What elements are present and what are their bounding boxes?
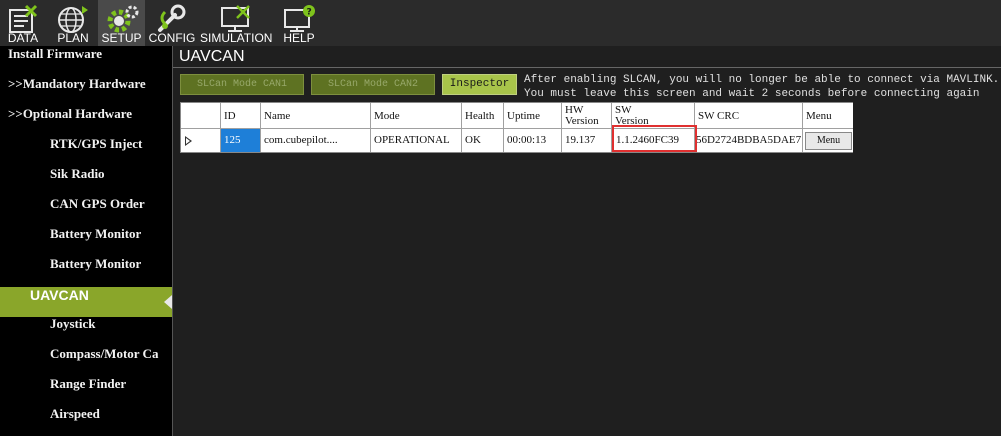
col-header-name: Name: [261, 103, 371, 129]
toolbar-data-label: DATA: [7, 31, 39, 45]
setup-sidebar: Install Firmware >>Mandatory Hardware >>…: [0, 46, 172, 436]
help-monitor-icon: ?: [282, 4, 316, 34]
node-table: ID Name Mode Health Uptime HW Version SW…: [180, 102, 853, 153]
sidebar-item-sik-radio[interactable]: Sik Radio: [0, 166, 172, 196]
cell-uptime[interactable]: 00:00:13: [504, 129, 562, 152]
main-toolbar: DATA PLAN SETUP CONFIG SIMULATION ? HELP: [0, 0, 1001, 46]
setup-gear-icon: [105, 4, 139, 34]
sidebar-item-can-gps-order[interactable]: CAN GPS Order: [0, 196, 172, 226]
sidebar-item-compass-motor-calibration[interactable]: Compass/Motor Ca: [0, 346, 172, 376]
cell-sw-crc[interactable]: 56D2724BDBA5DAE7: [695, 129, 803, 152]
sidebar-item-battery-monitor[interactable]: Battery Monitor: [0, 226, 172, 256]
page-title: UAVCAN: [179, 48, 245, 65]
row-menu-button[interactable]: Menu: [805, 132, 852, 150]
sidebar-item-uavcan-label: UAVCAN: [30, 287, 89, 303]
title-divider: [173, 67, 1001, 68]
plan-globe-icon: [56, 4, 90, 34]
col-header-hw-version: HW Version: [562, 103, 612, 129]
slcan-can2-button[interactable]: SLCan Mode CAN2: [311, 74, 435, 95]
toolbar-config-label: CONFIG: [148, 31, 196, 45]
row-header-corner: [181, 103, 221, 129]
slcan-notice-line1: After enabling SLCAN, you will no longer…: [524, 74, 1000, 86]
sidebar-item-optional-hardware[interactable]: >>Optional Hardware: [0, 106, 172, 136]
sidebar-item-airspeed[interactable]: Airspeed: [0, 406, 172, 436]
col-header-hw-line2: Version: [565, 115, 599, 127]
toolbar-plan-label: PLAN: [57, 31, 89, 45]
simulation-monitor-icon: [219, 4, 253, 34]
selected-arrow-icon: [164, 295, 172, 309]
data-icon: [6, 4, 40, 34]
sw-version-highlight-box: [612, 125, 697, 152]
uavcan-panel: UAVCAN SLCan Mode CAN1 SLCan Mode CAN2 I…: [172, 46, 1001, 436]
row-pointer-icon-fill: [186, 138, 190, 144]
cell-id[interactable]: 125: [221, 129, 261, 152]
slcan-can1-button[interactable]: SLCan Mode CAN1: [180, 74, 304, 95]
col-header-health: Health: [462, 103, 504, 129]
sidebar-item-uavcan[interactable]: UAVCAN: [0, 287, 172, 317]
col-header-mode: Mode: [371, 103, 462, 129]
sidebar-item-mandatory-hardware[interactable]: >>Mandatory Hardware: [0, 76, 172, 106]
config-wrench-icon: [155, 4, 189, 34]
toolbar-help-label: HELP: [283, 31, 315, 45]
cell-health[interactable]: OK: [462, 129, 504, 152]
sidebar-item-joystick[interactable]: Joystick: [0, 316, 172, 346]
slcan-notice-line2: You must leave this screen and wait 2 se…: [524, 88, 980, 100]
sidebar-item-range-finder[interactable]: Range Finder: [0, 376, 172, 406]
cell-name[interactable]: com.cubepilot....: [261, 129, 371, 152]
toolbar-plan-button[interactable]: PLAN: [50, 0, 96, 46]
col-header-id: ID: [221, 103, 261, 129]
svg-text:?: ?: [307, 8, 312, 18]
toolbar-data-button[interactable]: DATA: [0, 0, 46, 46]
cell-hw-version[interactable]: 19.137: [562, 129, 612, 152]
toolbar-help-button[interactable]: ? HELP: [276, 0, 322, 46]
cell-mode[interactable]: OPERATIONAL: [371, 129, 462, 152]
col-header-uptime: Uptime: [504, 103, 562, 129]
col-header-menu: Menu: [803, 103, 853, 129]
toolbar-config-button[interactable]: CONFIG: [148, 0, 196, 46]
col-header-sw-crc: SW CRC: [695, 103, 803, 129]
sidebar-item-rtk-gps-inject[interactable]: RTK/GPS Inject: [0, 136, 172, 166]
sidebar-item-install-firmware[interactable]: Install Firmware: [0, 46, 172, 76]
toolbar-simulation-label: SIMULATION: [200, 31, 273, 45]
toolbar-setup-button[interactable]: SETUP: [98, 0, 145, 46]
sidebar-item-battery-monitor-2[interactable]: Battery Monitor: [0, 256, 172, 286]
toolbar-setup-label: SETUP: [101, 31, 142, 45]
toolbar-simulation-button[interactable]: SIMULATION: [200, 0, 272, 46]
inspector-button[interactable]: Inspector: [442, 74, 517, 95]
